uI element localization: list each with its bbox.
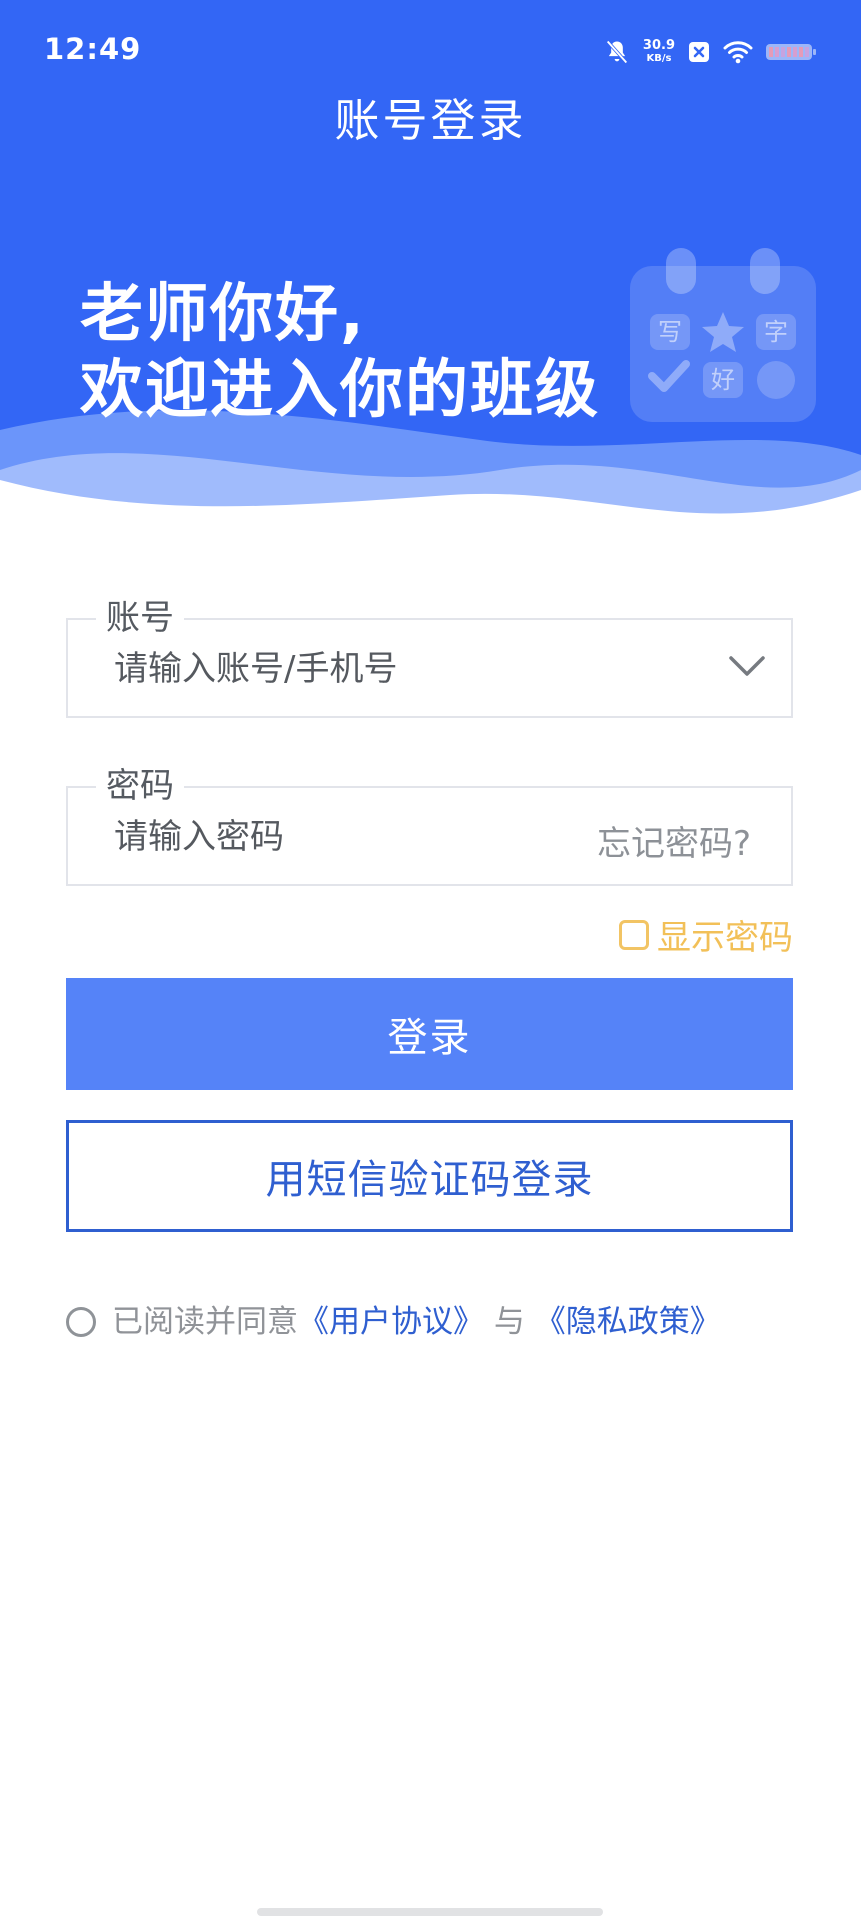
greeting-line-1: 老师你好, <box>80 277 366 350</box>
home-indicator[interactable] <box>257 1908 603 1916</box>
password-input[interactable] <box>114 812 534 862</box>
greeting-line-2: 欢迎进入你的班级 <box>80 353 600 426</box>
agreement-radio[interactable] <box>66 1307 96 1337</box>
login-button[interactable]: 登录 <box>66 978 793 1090</box>
agreement-prefix: 已阅读并同意 <box>112 1304 298 1340</box>
password-label: 密码 <box>96 764 184 808</box>
show-password-checkbox[interactable] <box>619 919 649 950</box>
forgot-password-link[interactable]: 忘记密码? <box>597 816 751 865</box>
account-label: 账号 <box>96 596 184 640</box>
welcome-greeting: 老师你好, 欢迎进入你的班级 <box>80 276 600 428</box>
hero-banner: 12:49 30.9 KB/s 账号登录 老师你好, 欢迎进入你的班级 写 字 … <box>0 0 861 540</box>
show-password-label: 显示密码 <box>657 918 793 958</box>
status-time: 12:49 <box>44 32 142 66</box>
net-speed-unit: KB/s <box>646 53 672 64</box>
net-speed-value: 30.9 <box>642 38 675 53</box>
bell-mute-icon <box>606 40 628 64</box>
agreement-row: 已阅读并同意 《用户协议》 与 《隐私政策》 <box>66 1302 721 1342</box>
close-box-icon <box>689 42 709 62</box>
sms-login-button[interactable]: 用短信验证码登录 <box>66 1120 793 1232</box>
show-password-toggle[interactable]: 显示密码 <box>619 910 793 959</box>
account-field: 账号 <box>66 596 793 718</box>
user-agreement-link[interactable]: 《用户协议》 <box>298 1302 484 1342</box>
calendar-char-1: 写 <box>658 318 682 346</box>
battery-icon <box>766 44 816 60</box>
calendar-char-3: 好 <box>711 366 735 394</box>
status-icons: 30.9 KB/s <box>603 34 817 70</box>
agreement-connector: 与 <box>484 1304 535 1340</box>
account-input[interactable] <box>114 644 674 694</box>
wifi-icon <box>723 41 753 64</box>
net-speed: 30.9 KB/s <box>643 39 675 65</box>
password-field: 密码 忘记密码? <box>66 764 793 886</box>
page-title: 账号登录 <box>334 94 527 147</box>
privacy-policy-link[interactable]: 《隐私政策》 <box>535 1302 721 1342</box>
calendar-illustration-icon: 写 字 好 <box>630 248 816 422</box>
chevron-down-icon[interactable] <box>725 644 769 688</box>
calendar-char-2: 字 <box>764 318 788 346</box>
